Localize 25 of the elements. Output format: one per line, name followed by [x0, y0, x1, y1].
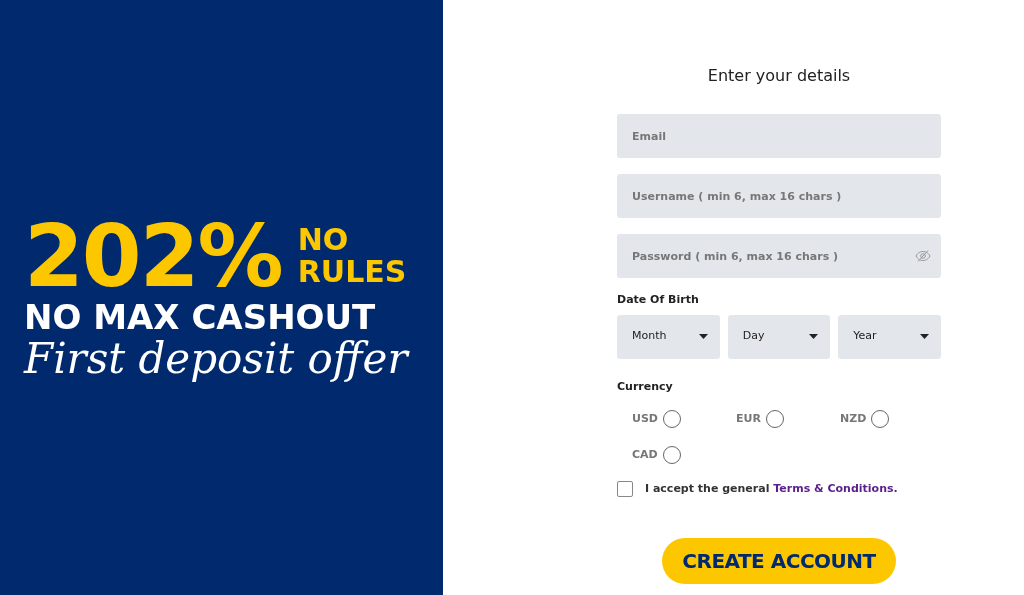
input-field[interactable]: Password ( min 6, max 16 chars )	[617, 234, 941, 278]
field-label: Currency	[617, 378, 674, 395]
checkbox[interactable]	[617, 481, 633, 498]
radio-option[interactable]: NZD	[825, 401, 929, 437]
bonus-percent: 202%	[24, 212, 282, 299]
terms-link[interactable]: Terms & Conditions.	[773, 482, 898, 495]
promo-text: RULES	[297, 255, 407, 288]
form-title: Enter your details	[706, 65, 852, 87]
caret-icon	[698, 334, 708, 339]
promo-headline: NO MAX CASHOUT	[24, 298, 377, 337]
radio-option[interactable]: USD	[617, 401, 721, 437]
create-account-button[interactable]: CREATE ACCOUNT	[662, 537, 896, 584]
dropdown[interactable]: Year	[838, 314, 941, 359]
dropdown[interactable]: Month	[617, 314, 720, 359]
field-label: Date Of Birth	[617, 292, 700, 308]
terms-text: I accept the general Terms & Conditions.	[645, 481, 898, 497]
promo-text: NO	[297, 224, 350, 256]
dropdown[interactable]: Day	[727, 314, 831, 359]
radio-option[interactable]: CAD	[617, 437, 721, 473]
input-field[interactable]: Username ( min 6, max 16 chars )	[617, 174, 941, 218]
promo-tagline: First deposit offer	[24, 336, 411, 383]
input-field[interactable]: Email	[617, 114, 941, 158]
radio-option[interactable]: EUR	[721, 401, 825, 437]
caret-icon	[809, 334, 819, 339]
caret-icon	[920, 334, 929, 339]
